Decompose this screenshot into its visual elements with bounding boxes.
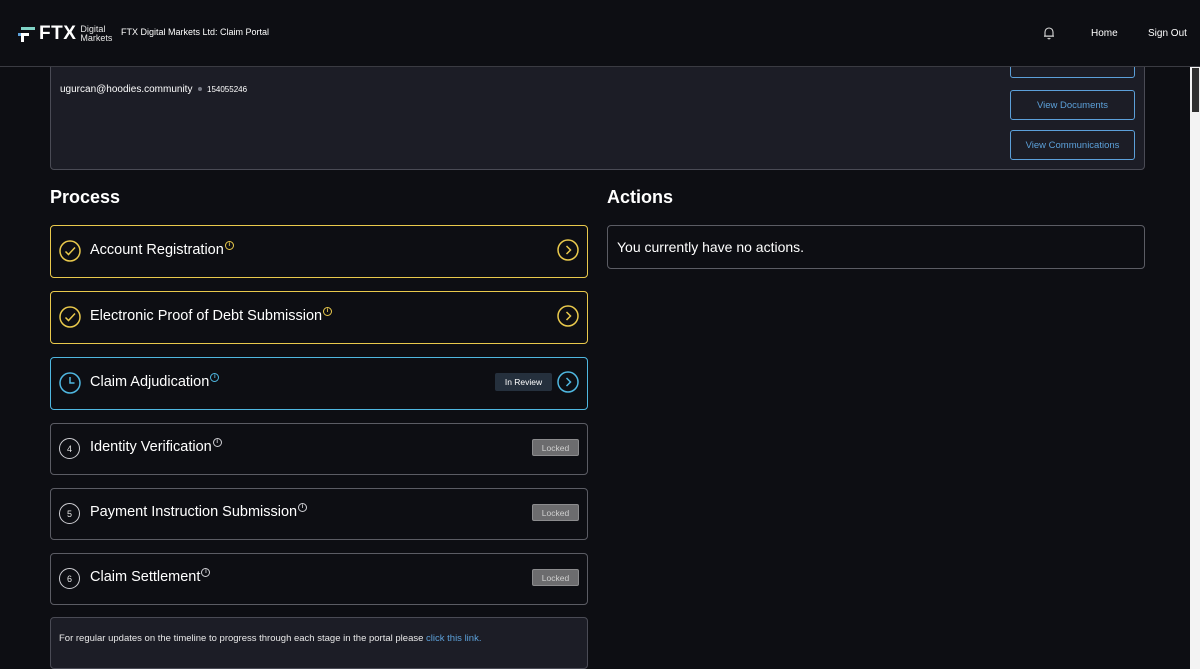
stage-claim-settlement: 6 Claim Settlement i Locked: [50, 553, 588, 605]
nav-sign-out-link[interactable]: Sign Out: [1148, 28, 1187, 39]
stage-label: Claim Adjudication i: [90, 373, 220, 390]
info-icon[interactable]: i: [323, 307, 333, 316]
status-badge-locked: Locked: [532, 504, 579, 521]
chevron-right-icon[interactable]: [557, 371, 579, 393]
stage-label: Account Registration i: [90, 241, 234, 258]
clock-icon: [59, 372, 81, 394]
step-number: 6: [59, 568, 80, 589]
stage-claim-adjudication[interactable]: Claim Adjudication i In Review: [50, 357, 588, 410]
info-icon[interactable]: i: [298, 503, 308, 512]
top-header: FTX Digital Markets FTX Digital Markets …: [0, 0, 1200, 67]
info-icon[interactable]: i: [210, 373, 220, 382]
stage-electronic-proof-of-debt[interactable]: Electronic Proof of Debt Submission i: [50, 291, 588, 344]
timeline-link[interactable]: click this link.: [426, 633, 481, 644]
timeline-updates-note: For regular updates on the timeline to p…: [50, 617, 588, 669]
logo-text: FTX: [39, 23, 77, 44]
nav-home-link[interactable]: Home: [1091, 28, 1118, 39]
step-number: 5: [59, 503, 80, 524]
actions-title: Actions: [607, 187, 674, 207]
stage-label: Payment Instruction Submission i: [90, 503, 308, 520]
view-communications-button[interactable]: View Communications: [1010, 130, 1135, 160]
info-icon[interactable]: i: [212, 438, 222, 447]
check-circle-icon: [59, 306, 81, 328]
info-icon[interactable]: i: [201, 568, 211, 577]
ftx-logo-mark-icon: [18, 26, 36, 42]
info-icon[interactable]: i: [224, 241, 234, 250]
ftx-logo[interactable]: FTX Digital Markets: [18, 23, 113, 44]
account-number: 154055246: [207, 85, 248, 94]
stage-identity-verification: 4 Identity Verification i Locked: [50, 423, 588, 475]
no-actions-message: You currently have no actions.: [617, 239, 805, 255]
step-number: 4: [59, 438, 80, 459]
stage-label: Identity Verification i: [90, 438, 222, 455]
stage-account-registration[interactable]: Account Registration i: [50, 225, 588, 278]
account-email: ugurcan@hoodies.community: [60, 84, 193, 95]
timeline-note-text: For regular updates on the timeline to p…: [59, 633, 482, 644]
chevron-right-icon[interactable]: [557, 239, 579, 261]
stage-payment-instruction-submission: 5 Payment Instruction Submission i Locked: [50, 488, 588, 540]
separator-dot: [198, 87, 202, 91]
bell-icon[interactable]: [1042, 26, 1056, 45]
chevron-right-icon[interactable]: [557, 305, 579, 327]
view-documents-button[interactable]: View Documents: [1010, 90, 1135, 120]
stage-label: Claim Settlement i: [90, 568, 211, 585]
logo-subtext: Digital Markets: [80, 24, 113, 43]
status-badge-locked: Locked: [532, 569, 579, 586]
status-badge-in-review: In Review: [495, 373, 552, 391]
actions-panel: You currently have no actions.: [607, 225, 1145, 269]
check-circle-icon: [59, 240, 81, 262]
stage-label: Electronic Proof of Debt Submission i: [90, 307, 333, 324]
process-title: Process: [50, 187, 121, 207]
status-badge-locked: Locked: [532, 439, 579, 456]
scrollbar-thumb[interactable]: [1192, 68, 1199, 112]
page-scrollbar[interactable]: [1190, 67, 1200, 669]
portal-title: FTX Digital Markets Ltd: Claim Portal: [121, 27, 270, 37]
